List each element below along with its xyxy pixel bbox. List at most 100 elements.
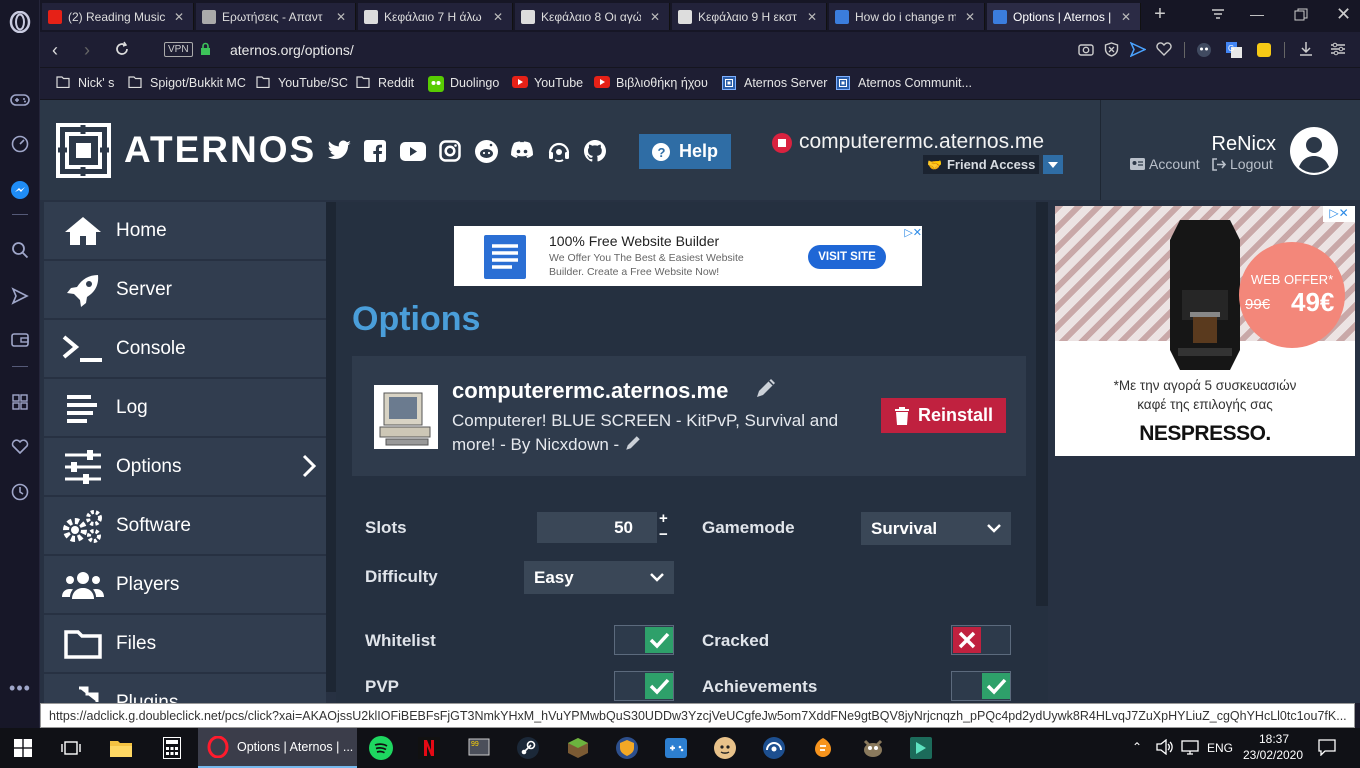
teamspeak-icon[interactable] (547, 139, 571, 168)
achievements-toggle[interactable] (951, 671, 1011, 701)
shield-app-icon[interactable] (612, 734, 642, 762)
ad-banner-side[interactable]: WEB OFFER* 99€ 49€ *Με την αγορά 5 συσκε… (1055, 206, 1355, 456)
tab-4[interactable]: Κεφάλαιο 8 Οι αγώ ✕ (515, 3, 670, 30)
extensions-grid-icon[interactable] (8, 390, 32, 414)
tray-overflow-icon[interactable]: ⌃ (1132, 740, 1142, 754)
twitter-icon[interactable] (328, 140, 352, 164)
minimize-icon[interactable]: — (1250, 6, 1270, 24)
vpn-badge[interactable]: VPN (164, 42, 193, 57)
close-tab-icon[interactable]: ✕ (804, 10, 820, 24)
facebook-icon[interactable] (364, 140, 386, 167)
share-send-icon[interactable] (1129, 41, 1147, 62)
file-explorer-icon[interactable] (106, 734, 136, 762)
close-tab-icon[interactable]: ✕ (1118, 10, 1134, 24)
bookmark-item[interactable]: Βιβλιοθήκη ήχου (594, 76, 708, 90)
avatar[interactable] (1290, 127, 1338, 180)
edit-pencil-icon[interactable] (754, 376, 778, 400)
nav-item-options[interactable]: Options (44, 438, 326, 495)
nav-item-files[interactable]: Files (44, 615, 326, 672)
task-view-icon[interactable] (56, 734, 86, 762)
opera-menu-icon[interactable] (8, 10, 32, 34)
bookmark-item[interactable]: Nick' s (56, 76, 114, 90)
heart-icon[interactable] (8, 434, 32, 458)
reinstall-button[interactable]: Reinstall (881, 398, 1006, 433)
clock-date[interactable]: 23/02/2020 (1240, 748, 1306, 762)
instagram-icon[interactable] (439, 140, 461, 167)
tab-6[interactable]: How do i change m ✕ (829, 3, 985, 30)
close-tab-icon[interactable]: ✕ (333, 10, 349, 24)
tab-3[interactable]: Κεφάλαιο 7 Η άλω ✕ (358, 3, 513, 30)
url-field[interactable]: aternos.org/options/ (230, 42, 354, 58)
close-window-icon[interactable]: ✕ (1336, 4, 1352, 24)
teamspeak-app-icon[interactable] (759, 734, 789, 762)
nav-item-plugins[interactable]: Plugins (44, 674, 326, 703)
account-link[interactable]: Account (1130, 156, 1200, 172)
snapshot-icon[interactable] (1078, 42, 1094, 61)
more-dots-icon[interactable]: ••• (8, 676, 32, 700)
tab-2[interactable]: Ερωτήσεις - Απαντ ✕ (196, 3, 356, 30)
translate-icon[interactable]: G (1226, 42, 1242, 63)
ad-choices-icon[interactable]: ▷✕ (1323, 206, 1355, 222)
logout-link[interactable]: Logout (1212, 156, 1273, 172)
volume-icon[interactable] (1156, 738, 1174, 760)
forward-icon[interactable]: › (84, 40, 90, 61)
back-icon[interactable]: ‹ (52, 40, 58, 61)
spotify-icon[interactable] (366, 734, 396, 762)
nav-item-players[interactable]: Players (44, 556, 326, 613)
tab-menu-icon[interactable] (1210, 7, 1230, 25)
friend-access-button[interactable]: 🤝 Friend Access (923, 155, 1039, 174)
tab-1[interactable]: (2) Reading Music t ✕ (42, 3, 194, 30)
tab-5[interactable]: Κεφάλαιο 9 Η εκστ ✕ (672, 3, 827, 30)
gamepad-icon[interactable] (8, 88, 32, 112)
messenger-icon[interactable] (8, 178, 32, 202)
windows-start-icon[interactable] (8, 734, 38, 762)
character-app-icon[interactable] (710, 734, 740, 762)
github-icon[interactable] (583, 139, 607, 168)
taskbar-opera-window[interactable]: Options | Aternos | ... (198, 728, 357, 768)
ad-visit-site-button[interactable]: VISIT SITE (808, 245, 886, 269)
server-name[interactable]: computerermc.aternos.me (452, 378, 728, 404)
discord-icon[interactable] (510, 141, 534, 166)
download-icon[interactable] (1298, 41, 1314, 62)
lock-icon[interactable] (200, 42, 211, 61)
steam-icon[interactable] (513, 734, 543, 762)
calculator-icon[interactable] (157, 734, 187, 762)
fl-studio-icon[interactable] (808, 734, 838, 762)
extension-ghost-icon[interactable] (1196, 42, 1212, 63)
content-scrollbar[interactable] (1036, 202, 1048, 606)
aternos-logo-icon[interactable] (56, 123, 111, 183)
history-clock-icon[interactable] (8, 480, 32, 504)
slots-increment-icon[interactable]: + (659, 511, 673, 527)
netflix-icon[interactable] (414, 734, 444, 762)
tab-7[interactable]: Options | Aternos | ✕ (987, 3, 1141, 30)
close-tab-icon[interactable]: ✕ (490, 10, 506, 24)
adblock-icon[interactable] (1104, 42, 1119, 62)
close-tab-icon[interactable]: ✕ (171, 10, 187, 24)
bookmark-item[interactable]: Aternos Server (722, 76, 827, 90)
minecraft-icon[interactable] (563, 734, 593, 762)
slots-input[interactable]: 50 (537, 512, 657, 543)
bookmark-item[interactable]: Duolingo (428, 76, 499, 92)
clock-time[interactable]: 18:37 (1242, 732, 1306, 746)
gamepad-app-icon[interactable] (661, 734, 691, 762)
search-icon[interactable] (8, 238, 32, 262)
bookmark-item[interactable]: Reddit (356, 76, 414, 90)
easy-setup-icon[interactable] (1330, 41, 1346, 62)
bookmark-item[interactable]: YouTube/SC (256, 76, 348, 90)
cracked-toggle[interactable] (951, 625, 1011, 655)
speed-dial-icon[interactable] (8, 132, 32, 156)
filmora-icon[interactable] (906, 734, 936, 762)
notifications-icon[interactable] (1318, 739, 1336, 761)
pvp-toggle[interactable] (614, 671, 674, 701)
close-tab-icon[interactable]: ✕ (962, 10, 978, 24)
close-tab-icon[interactable]: ✕ (647, 10, 663, 24)
ad-choices-icon[interactable]: ▷✕ (894, 226, 922, 240)
send-icon[interactable] (8, 284, 32, 308)
nav-item-home[interactable]: Home (44, 202, 326, 259)
whitelist-toggle[interactable] (614, 625, 674, 655)
slots-decrement-icon[interactable]: − (659, 527, 673, 543)
app-99-icon[interactable]: 99 (464, 734, 494, 762)
server-address[interactable]: computerermc.aternos.me (799, 130, 1044, 154)
language-indicator[interactable]: ENG (1207, 741, 1233, 755)
difficulty-select[interactable]: Easy (524, 561, 674, 594)
